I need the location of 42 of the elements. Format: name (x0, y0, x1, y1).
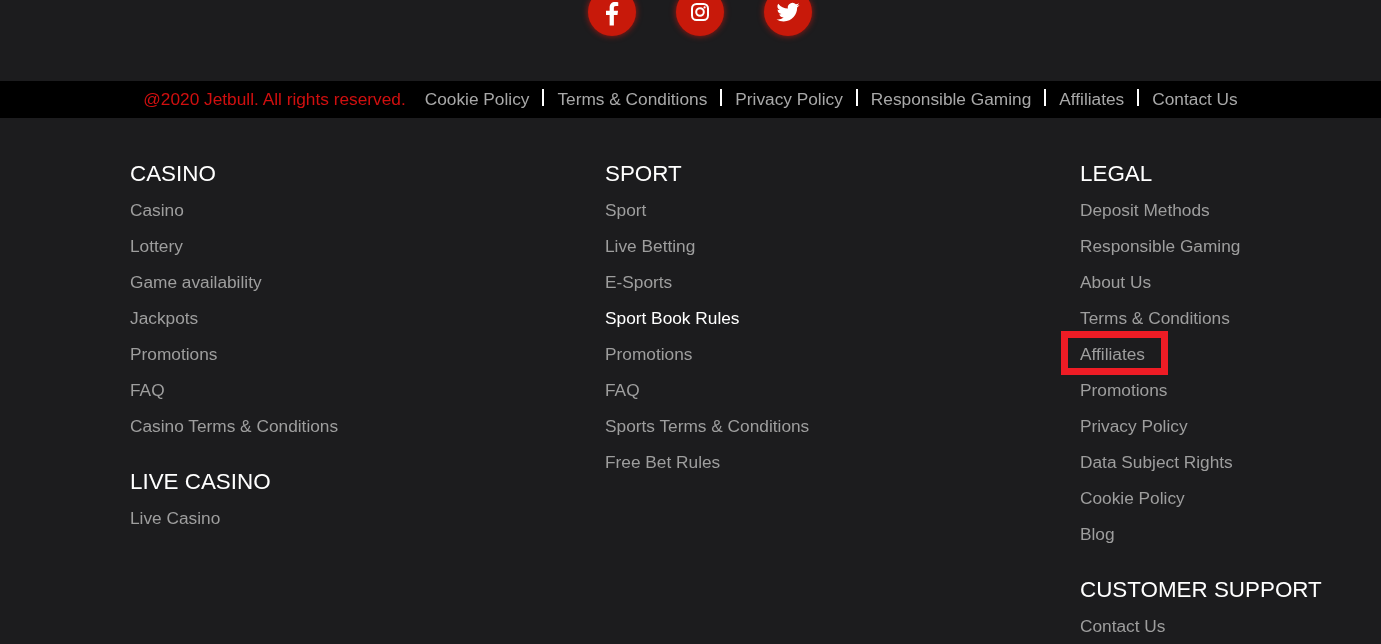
section-heading: CUSTOMER SUPPORT (1080, 576, 1322, 604)
footer-link[interactable]: Affiliates (1080, 344, 1145, 364)
footer-link[interactable]: Promotions (130, 344, 218, 364)
copyright-text: @2020 Jetbull. All rights reserved. (143, 88, 406, 111)
footer-link[interactable]: FAQ (605, 380, 640, 400)
section-heading: LEGAL (1080, 160, 1153, 188)
footer-link[interactable]: Sport (605, 200, 647, 220)
section-heading: CASINO (130, 160, 216, 188)
footer-link[interactable]: Sports Terms & Conditions (605, 416, 810, 436)
footer-link[interactable]: Jackpots (130, 308, 199, 328)
footer-link[interactable]: Sport Book Rules (605, 308, 740, 328)
footer-link[interactable]: Responsible Gaming (1080, 236, 1241, 256)
footer-link[interactable]: Casino (130, 200, 184, 220)
bottom-bar-link[interactable]: Privacy Policy (722, 81, 856, 118)
bottom-bar-link[interactable]: Terms & Conditions (544, 81, 721, 118)
footer-link[interactable]: Promotions (605, 344, 693, 364)
instagram-icon[interactable] (674, 0, 725, 37)
footer-link[interactable]: Game availability (130, 272, 262, 292)
facebook-icon[interactable] (586, 0, 637, 37)
footer-link[interactable]: Terms & Conditions (1080, 308, 1230, 328)
section-heading: SPORT (605, 160, 682, 188)
footer-link[interactable]: Deposit Methods (1080, 200, 1210, 220)
footer-link[interactable]: About Us (1080, 272, 1152, 292)
footer-link[interactable]: FAQ (130, 380, 165, 400)
footer-link[interactable]: Free Bet Rules (605, 452, 721, 472)
footer-link[interactable]: Promotions (1080, 380, 1168, 400)
footer-link[interactable]: Blog (1080, 524, 1115, 544)
footer-link[interactable]: Privacy Policy (1080, 416, 1188, 436)
footer-link[interactable]: E-Sports (605, 272, 673, 292)
footer-link[interactable]: Data Subject Rights (1080, 452, 1233, 472)
footer-link[interactable]: Live Casino (130, 508, 221, 528)
footer-link[interactable]: Live Betting (605, 236, 696, 256)
footer-link[interactable]: Casino Terms & Conditions (130, 416, 339, 436)
footer-link[interactable]: Lottery (130, 236, 183, 256)
footer-link[interactable]: Cookie Policy (1080, 488, 1185, 508)
twitter-icon[interactable] (762, 0, 813, 37)
bottom-bar-link[interactable]: Contact Us (1139, 81, 1251, 118)
footer-link[interactable]: Contact Us (1080, 616, 1166, 636)
section-heading: LIVE CASINO (130, 468, 271, 496)
bottom-bar-link[interactable]: Cookie Policy (411, 81, 543, 118)
bottom-bar-link[interactable]: Affiliates (1046, 81, 1138, 118)
bottom-bar-link[interactable]: Responsible Gaming (857, 81, 1045, 118)
